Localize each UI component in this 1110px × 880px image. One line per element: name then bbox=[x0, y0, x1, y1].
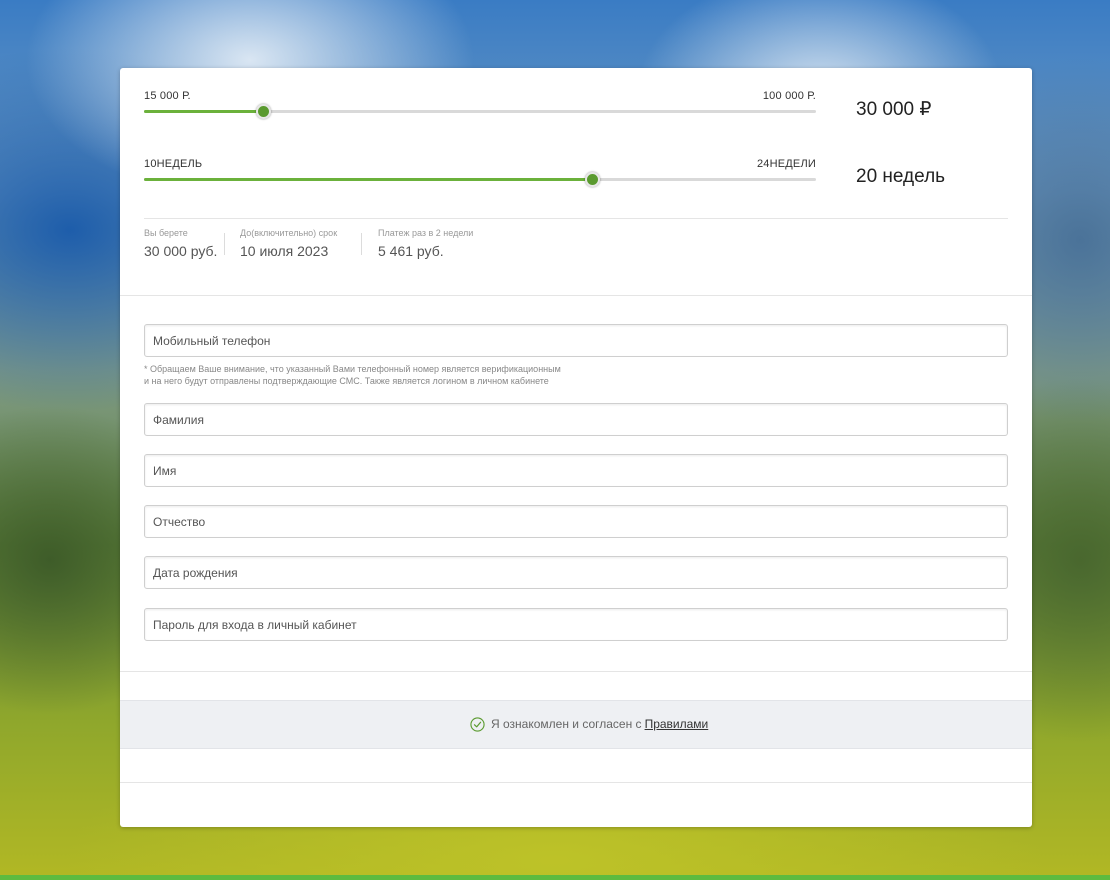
summary-payment-label: Платеж раз в 2 недели bbox=[378, 228, 474, 238]
amount-min-label: 15 000 Р. bbox=[144, 90, 191, 102]
rules-link[interactable]: Правилами bbox=[645, 717, 709, 731]
term-value: 20 недель bbox=[856, 166, 946, 187]
agreement-text: Я ознакомлен и согласен с bbox=[491, 717, 642, 731]
summary-separator bbox=[361, 233, 362, 255]
phone-note-line: и на него будут отправлены подтверждающи… bbox=[144, 376, 549, 386]
amount-slider: 15 000 Р. 100 000 Р. 30 000 ₽ bbox=[144, 88, 1008, 128]
phone-field[interactable] bbox=[144, 324, 1008, 357]
phone-note: * Обращаем Ваше внимание, что указанный … bbox=[144, 363, 744, 387]
summary-due-value: 10 июля 2023 bbox=[240, 243, 329, 259]
check-circle-icon[interactable] bbox=[470, 716, 485, 732]
amount-slider-fill bbox=[144, 110, 263, 113]
amount-value: 30 000 ₽ bbox=[856, 99, 932, 120]
form-divider bbox=[120, 671, 1032, 672]
password-field[interactable] bbox=[144, 608, 1008, 641]
amount-max-label: 100 000 Р. bbox=[762, 90, 816, 102]
phone-note-line: * Обращаем Ваше внимание, что указанный … bbox=[144, 364, 561, 374]
surname-field[interactable] bbox=[144, 403, 1008, 436]
summary-divider bbox=[144, 218, 1008, 219]
loan-calculator-card: 15 000 Р. 100 000 Р. 30 000 ₽ 10НЕДЕЛЬ 2… bbox=[120, 68, 1032, 827]
amount-slider-thumb[interactable] bbox=[256, 104, 272, 119]
patronymic-field[interactable] bbox=[144, 505, 1008, 538]
summary-take: Вы берете 30 000 руб. bbox=[144, 228, 217, 259]
amount-slider-track[interactable] bbox=[144, 104, 816, 119]
summary-payment-value: 5 461 руб. bbox=[378, 243, 444, 259]
summary-due-label: До(включительно) срок bbox=[240, 228, 338, 238]
agreement-bar: Я ознакомлен и согласен с Правилами bbox=[120, 700, 1032, 749]
term-slider-thumb[interactable] bbox=[584, 172, 600, 187]
summary-separator bbox=[224, 233, 225, 255]
term-max-label: 24НЕДЕЛИ bbox=[756, 158, 816, 170]
term-slider-fill bbox=[144, 178, 591, 181]
summary-take-value: 30 000 руб. bbox=[144, 243, 218, 259]
summary-payment: Платеж раз в 2 недели 5 461 руб. bbox=[378, 228, 473, 259]
bottom-accent-strip bbox=[0, 875, 1110, 880]
term-slider: 10НЕДЕЛЬ 24НЕДЕЛИ 20 недель bbox=[144, 156, 1008, 196]
term-min-label: 10НЕДЕЛЬ bbox=[144, 158, 203, 170]
summary-take-label: Вы берете bbox=[144, 228, 188, 238]
first-name-field[interactable] bbox=[144, 454, 1008, 487]
bottom-divider bbox=[120, 782, 1032, 783]
agreement-row: Я ознакомлен и согласен с Правилами bbox=[470, 716, 708, 732]
term-slider-track[interactable] bbox=[144, 172, 816, 187]
section-divider bbox=[120, 295, 1032, 296]
birthdate-field[interactable] bbox=[144, 556, 1008, 589]
summary-due: До(включительно) срок 10 июля 2023 bbox=[240, 228, 337, 259]
